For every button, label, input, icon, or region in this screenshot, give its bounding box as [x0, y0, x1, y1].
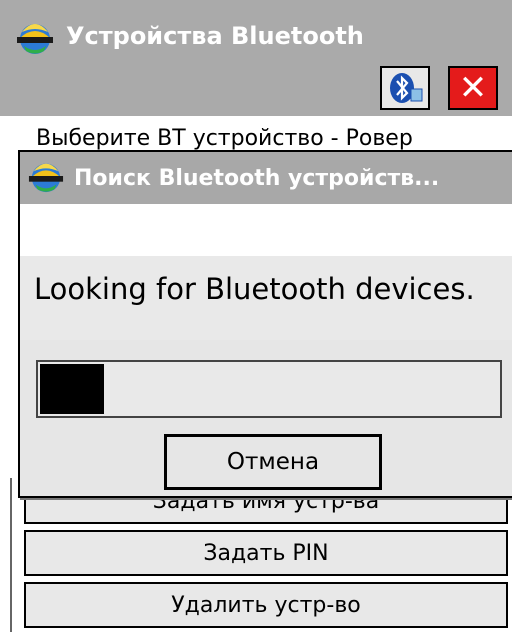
progress-fill [40, 364, 104, 414]
bluetooth-button[interactable] [380, 66, 430, 110]
search-progress-bar [36, 360, 502, 418]
delete-device-button[interactable]: Удалить устр-во [24, 582, 508, 628]
dialog-title: Поиск Bluetooth устройств... [74, 166, 440, 191]
set-pin-button[interactable]: Задать PIN [24, 530, 508, 576]
close-icon: ✕ [458, 68, 488, 108]
dialog-message: Looking for Bluetooth devices. [34, 272, 475, 306]
device-prompt: Выберите BT устройство - Ровер [36, 126, 413, 151]
window-titlebar [0, 0, 512, 116]
bluetooth-icon [390, 73, 423, 103]
dialog-spacer [20, 204, 512, 256]
cancel-button[interactable]: Отмена [164, 434, 382, 490]
app-logo-icon [28, 163, 64, 193]
close-button[interactable]: ✕ [448, 66, 498, 110]
app-logo-icon [17, 24, 53, 54]
window-title: Устройства Bluetooth [66, 22, 364, 50]
